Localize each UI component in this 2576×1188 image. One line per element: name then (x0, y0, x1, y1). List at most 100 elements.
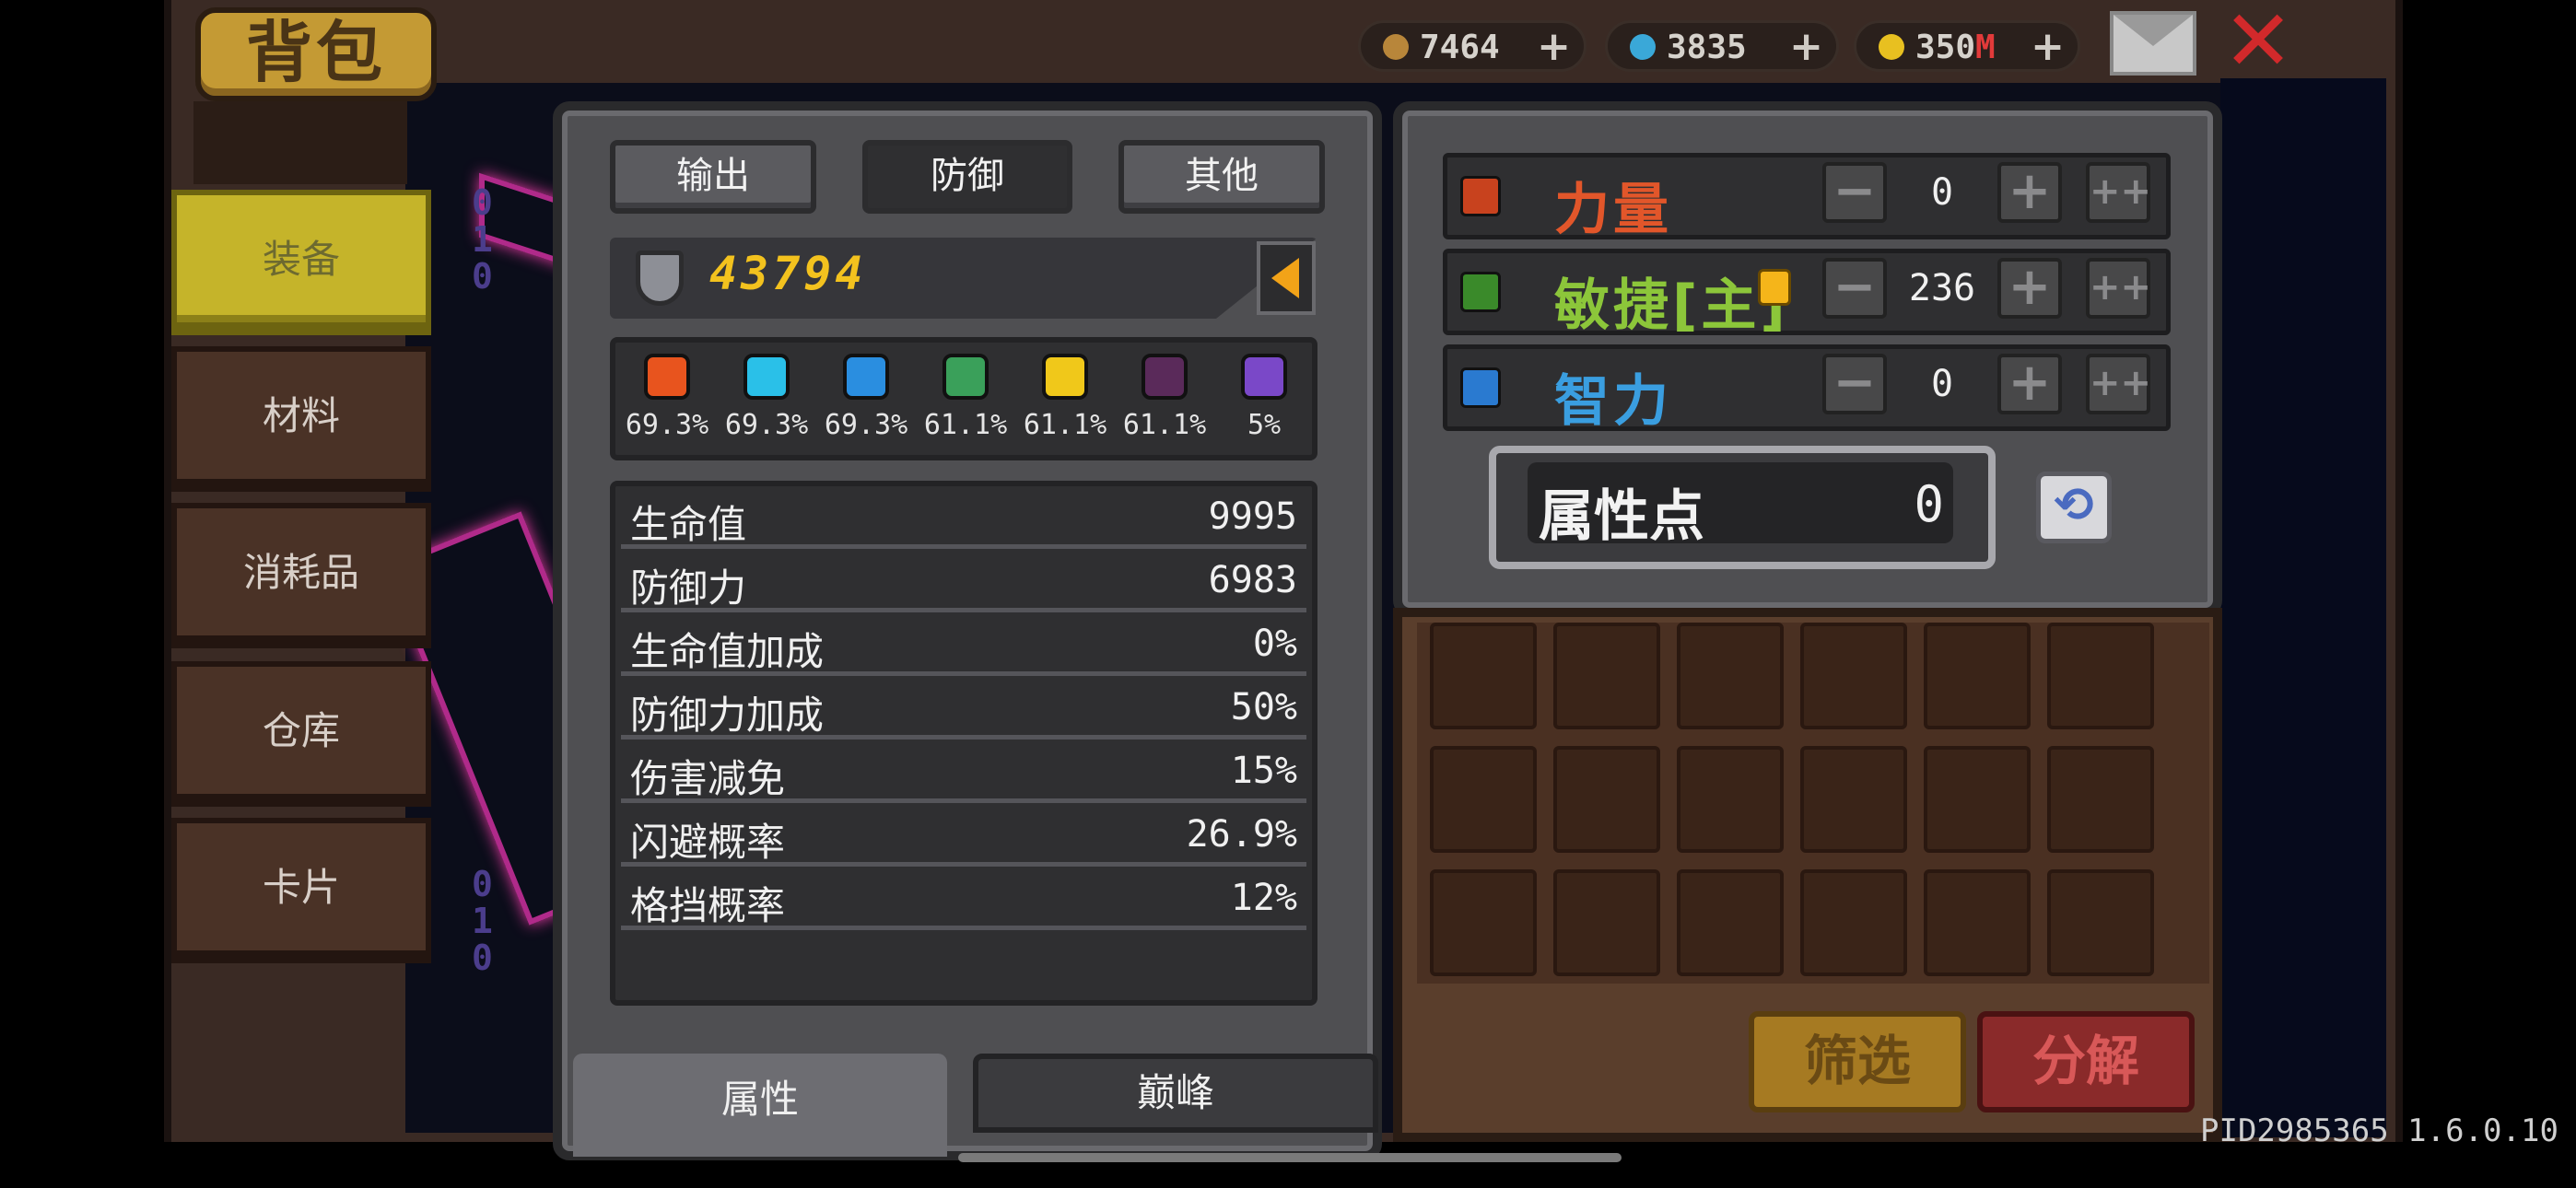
inventory-slot[interactable] (1553, 623, 1660, 729)
inventory-slot[interactable] (2047, 623, 2154, 729)
ice-icon (744, 354, 790, 400)
attribute-name: 智力 (1554, 369, 1672, 434)
tab-peak[interactable]: 巅峰 (973, 1054, 1378, 1133)
agility-minus-button[interactable]: − (1822, 258, 1887, 319)
inventory-slot[interactable] (1800, 746, 1907, 853)
intellect-minus-button[interactable]: − (1822, 354, 1887, 414)
sidebar-item-cards[interactable]: 卡片 (171, 818, 431, 963)
currency-value: 7464 (1420, 29, 1500, 66)
strength-value: 0 (1930, 171, 1954, 214)
attribute-table: 生命值 9995 防御力 6983 生命值加成 0% 防御力加成 50% 伤害减免 15%… (610, 481, 1317, 1006)
inventory-slot[interactable] (1677, 623, 1784, 729)
inventory-slot[interactable] (2047, 746, 2154, 853)
attribute-name: 力量 (1554, 178, 1672, 242)
inventory-slot[interactable] (1430, 869, 1537, 976)
resistance-fire: 69.3% (617, 354, 717, 441)
intellect-plus-many-button[interactable]: ++ (2086, 354, 2151, 414)
inventory-slot[interactable] (1430, 746, 1537, 853)
sidebar-item-materials[interactable]: 材料 (171, 346, 431, 492)
attribute-name: 敏捷[主] (1554, 274, 1789, 338)
version-label: PID2985365 1.6.0.10 (2200, 1112, 2558, 1149)
tab-other[interactable]: 其他 (1118, 140, 1325, 214)
attribute-points-label: 属性点 (1539, 484, 1704, 549)
inventory-slot[interactable] (1800, 623, 1907, 729)
shield-icon (636, 250, 684, 306)
close-icon[interactable]: ✕ (2219, 0, 2298, 84)
add-currency-button[interactable]: + (1789, 25, 1823, 69)
inventory-slot[interactable] (1677, 869, 1784, 976)
sidebar-item-equipment[interactable]: 装备 (171, 190, 431, 335)
strength-plus-button[interactable]: + (1997, 162, 2062, 223)
dark-icon (1142, 354, 1188, 400)
title-stem (193, 101, 407, 184)
background-scene-right (2220, 78, 2386, 1137)
inventory-slot[interactable] (1924, 746, 2031, 853)
combat-power-value: 43794 (709, 247, 867, 300)
agility-value: 236 (1908, 267, 1976, 309)
add-currency-button[interactable]: + (1537, 25, 1571, 69)
sidebar-item-label: 仓库 (262, 708, 340, 753)
resistance-light: 61.1% (1015, 354, 1115, 441)
binary-decoration: 010 (472, 864, 493, 978)
intellect-book-icon (1460, 367, 1501, 408)
arcane-icon (1241, 354, 1287, 400)
lightning-icon (843, 354, 889, 400)
sidebar-item-warehouse[interactable]: 仓库 (171, 661, 431, 807)
strength-plus-many-button[interactable]: ++ (2086, 162, 2151, 223)
collapse-arrow-button[interactable] (1257, 241, 1316, 315)
table-row: 生命值 9995 (621, 486, 1306, 549)
currency-fist: 7464 + (1358, 20, 1587, 72)
strength-minus-button[interactable]: − (1822, 162, 1887, 223)
tab-defense[interactable]: 防御 (862, 140, 1072, 214)
agility-plus-many-button[interactable]: ++ (2086, 258, 2151, 319)
inventory-slot[interactable] (1677, 746, 1784, 853)
page-title: 背包 (195, 7, 437, 101)
sidebar-item-label: 材料 (262, 393, 340, 438)
resistance-ice: 69.3% (717, 354, 816, 441)
tab-output[interactable]: 输出 (610, 140, 816, 214)
table-row: 防御力加成 50% (621, 677, 1306, 740)
add-currency-button[interactable]: + (2031, 25, 2065, 69)
light-icon (1042, 354, 1088, 400)
table-row: 伤害减免 15% (621, 740, 1306, 803)
intellect-value: 0 (1930, 363, 1954, 405)
resistance-list: 69.3% 69.3% 69.3% 61.1% 61.1% 61.1% 5% (610, 337, 1317, 460)
currency-value: 350M (1915, 29, 1996, 66)
agility-plus-button[interactable]: + (1997, 258, 2062, 319)
sidebar-item-label: 装备 (262, 237, 340, 282)
currency-value: 3835 (1667, 29, 1747, 66)
intellect-plus-button[interactable]: + (1997, 354, 2062, 414)
resistance-dark: 61.1% (1115, 354, 1214, 441)
table-row: 防御力 6983 (621, 550, 1306, 612)
table-row: 格挡概率 12% (621, 868, 1306, 930)
resistance-lightning: 69.3% (816, 354, 916, 441)
currency-gem: 3835 + (1605, 20, 1839, 72)
inventory-slot[interactable] (1924, 869, 2031, 976)
tab-attributes[interactable]: 属性 (573, 1054, 947, 1157)
reset-points-button[interactable]: ⟲ (2036, 472, 2112, 543)
agility-feather-icon (1460, 272, 1501, 312)
inventory-slot[interactable] (1553, 869, 1660, 976)
strength-fist-icon (1460, 176, 1501, 216)
eye-gem-icon (1630, 34, 1656, 60)
mail-icon[interactable] (2110, 11, 2196, 76)
coin-icon (1879, 34, 1904, 60)
sidebar-item-consumables[interactable]: 消耗品 (171, 503, 431, 648)
lock-icon (1758, 269, 1791, 306)
home-indicator[interactable] (958, 1153, 1622, 1162)
inventory-slot[interactable] (1800, 869, 1907, 976)
inventory-slot[interactable] (2047, 869, 2154, 976)
table-row: 生命值加成 0% (621, 613, 1306, 676)
binary-decoration: 010 (472, 182, 493, 297)
attribute-points-value: 0 (1914, 475, 1944, 533)
inventory-slot[interactable] (1924, 623, 2031, 729)
filter-button[interactable]: 筛选 (1749, 1011, 1966, 1112)
currency-coin: 350M + (1854, 20, 2080, 72)
resistance-arcane: 5% (1214, 354, 1314, 441)
decompose-button[interactable]: 分解 (1977, 1011, 2195, 1112)
inventory-slot[interactable] (1553, 746, 1660, 853)
currency-suffix: M (1975, 29, 1996, 66)
sidebar-item-label: 卡片 (262, 865, 340, 910)
sidebar-item-label: 消耗品 (242, 550, 359, 595)
inventory-slot[interactable] (1430, 623, 1537, 729)
